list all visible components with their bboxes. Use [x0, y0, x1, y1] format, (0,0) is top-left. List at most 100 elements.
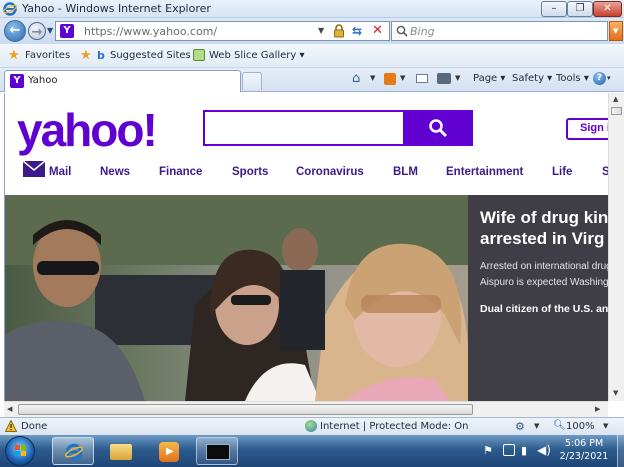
refresh-icon[interactable]: ⇆ — [352, 24, 368, 39]
nav-mail[interactable]: Mail — [49, 166, 71, 178]
print-dropdown-icon[interactable]: ▼ — [455, 74, 460, 82]
nav-sports[interactable]: Sports — [232, 166, 268, 178]
ie-taskbar-icon — [65, 443, 83, 461]
back-button[interactable]: ← — [4, 20, 26, 42]
yahoo-search-button[interactable] — [403, 110, 473, 146]
home-icon[interactable]: ⌂ — [352, 71, 360, 86]
status-bar: Done Internet | Protected Mode: On ⚙ ▼ 🔍… — [0, 417, 624, 435]
zoom-level[interactable]: 100% — [566, 421, 595, 432]
history-dropdown-icon[interactable]: ▼ — [47, 26, 53, 35]
magnifier-icon — [429, 119, 448, 138]
stop-icon[interactable]: ✕ — [372, 23, 386, 39]
forward-button[interactable]: → — [28, 22, 46, 40]
power-icon[interactable]: ▮ — [521, 444, 527, 457]
hero-photo — [5, 195, 468, 401]
network-icon[interactable] — [503, 444, 515, 456]
address-bar[interactable]: Y https://www.yahoo.com/ ▼ ⇆ ✕ — [55, 21, 390, 41]
zoom-dropdown-icon[interactable]: ▼ — [603, 422, 608, 430]
add-favorites-icon[interactable]: ★ — [80, 48, 92, 63]
sign-in-button[interactable]: Sign i — [566, 118, 608, 140]
nav-life[interactable]: Life — [552, 166, 572, 178]
protected-mode-icon[interactable]: ⚙ — [515, 420, 525, 433]
hero-summary: Arrested on international drug Coronel A… — [480, 261, 608, 288]
search-dropdown-icon: ▼ — [613, 27, 619, 35]
read-mail-icon[interactable] — [416, 74, 428, 83]
web-slice-icon — [193, 49, 205, 61]
favorites-bar: ★ Favorites ★ b Suggested Sites ▾ Web Sl… — [0, 44, 624, 68]
show-desktop-button[interactable] — [617, 435, 624, 467]
scroll-left-icon[interactable]: ◀ — [7, 405, 12, 413]
search-box[interactable]: Bing — [391, 21, 608, 41]
zone-dropdown-icon[interactable]: ▼ — [534, 422, 539, 430]
taskbar-ie-button[interactable] — [52, 437, 94, 465]
close-button[interactable]: ✕ — [593, 1, 622, 17]
address-input[interactable]: https://www.yahoo.com/ — [84, 25, 217, 38]
tab-bar: Y Yahoo ⌂ ▼ ▼ ▼ Page ▾ Safety ▾ Tools ▾ … — [0, 68, 624, 92]
hero-image[interactable] — [5, 195, 468, 401]
taskbar-explorer-button[interactable] — [100, 437, 142, 465]
volume-icon[interactable]: ◀) — [537, 443, 551, 457]
start-button[interactable] — [5, 436, 35, 466]
scroll-down-icon[interactable]: ▼ — [613, 389, 618, 397]
favorites-button[interactable]: Favorites — [25, 50, 70, 61]
new-tab-button[interactable] — [242, 72, 262, 90]
home-dropdown-icon[interactable]: ▼ — [370, 74, 375, 82]
hero-headline[interactable]: Wife of drug kin arrested in Virg — [480, 207, 608, 249]
minimize-button[interactable]: – — [541, 1, 567, 17]
system-clock[interactable]: 5:06 PM 2/23/2021 — [552, 437, 616, 463]
tab-yahoo[interactable]: Y Yahoo — [4, 70, 241, 92]
scroll-right-icon[interactable]: ▶ — [595, 405, 600, 413]
lock-icon[interactable] — [332, 23, 346, 39]
page-menu[interactable]: Page ▾ — [473, 73, 505, 84]
horizontal-scrollbar[interactable]: ◀ ▶ — [4, 401, 608, 417]
mail-envelope-icon[interactable] — [23, 161, 45, 177]
clock-date: 2/23/2021 — [559, 451, 609, 462]
action-center-flag-icon[interactable]: ⚑ — [483, 444, 493, 457]
taskbar-cmd-button[interactable] — [196, 437, 238, 465]
tab-label: Yahoo — [28, 75, 58, 86]
yahoo-favicon: Y — [60, 24, 74, 38]
help-dropdown[interactable]: ▾ — [607, 74, 611, 82]
command-prompt-icon — [206, 444, 230, 460]
vertical-scrollbar[interactable]: ▲ ▼ — [608, 93, 624, 401]
feeds-dropdown-icon[interactable]: ▼ — [400, 74, 405, 82]
taskbar: ▶ ⚑ ▮ ◀) 5:06 PM 2/23/2021 — [0, 435, 624, 467]
windows-logo-icon — [15, 445, 26, 456]
print-icon[interactable] — [437, 73, 451, 84]
favorites-star-icon[interactable]: ★ — [8, 48, 20, 63]
back-arrow-icon: ← — [9, 23, 21, 38]
hero-story-panel[interactable]: Wife of drug kin arrested in Virg Arrest… — [468, 195, 608, 401]
nav-coronavirus[interactable]: Coronavirus — [296, 166, 364, 178]
scroll-up-icon[interactable]: ▲ — [613, 95, 618, 103]
nav-entertainment[interactable]: Entertainment — [446, 166, 523, 178]
web-slice-gallery-button[interactable]: Web Slice Gallery ▾ — [209, 50, 305, 61]
hero-subhead[interactable]: Dual citizen of the U.S. an — [480, 303, 608, 315]
tools-menu[interactable]: Tools ▾ — [556, 73, 589, 84]
taskbar-media-player-button[interactable]: ▶ — [148, 437, 190, 465]
yahoo-logo[interactable]: yahoo! — [17, 103, 158, 157]
nav-blm[interactable]: BLM — [393, 166, 418, 178]
nav-news[interactable]: News — [100, 166, 130, 178]
page-viewport: yahoo! Sign i Mail News Finance Sports C… — [4, 93, 608, 401]
vertical-scroll-thumb[interactable] — [611, 107, 622, 115]
nav-finance[interactable]: Finance — [159, 166, 202, 178]
search-icon — [396, 25, 408, 37]
forward-arrow-icon: → — [31, 25, 43, 40]
yahoo-tab-favicon: Y — [10, 74, 24, 88]
security-zone[interactable]: Internet | Protected Mode: On — [320, 421, 468, 432]
search-input[interactable]: Bing — [410, 25, 435, 38]
help-icon[interactable]: ? — [593, 72, 606, 85]
maximize-button[interactable]: ❐ — [567, 1, 593, 17]
address-dropdown-icon[interactable]: ▼ — [318, 26, 324, 35]
warning-icon — [4, 419, 18, 432]
search-button[interactable]: ▼ — [609, 21, 623, 41]
status-text: Done — [21, 421, 48, 432]
feeds-icon[interactable] — [384, 73, 396, 85]
safety-menu[interactable]: Safety ▾ — [512, 73, 552, 84]
bing-icon: b — [97, 49, 105, 62]
folder-icon — [110, 444, 132, 460]
suggested-sites-button[interactable]: Suggested Sites ▾ — [110, 50, 199, 61]
zoom-icon[interactable]: 🔍︎ — [553, 420, 566, 431]
horizontal-scroll-thumb[interactable] — [18, 404, 473, 415]
yahoo-search-input[interactable] — [203, 110, 403, 146]
